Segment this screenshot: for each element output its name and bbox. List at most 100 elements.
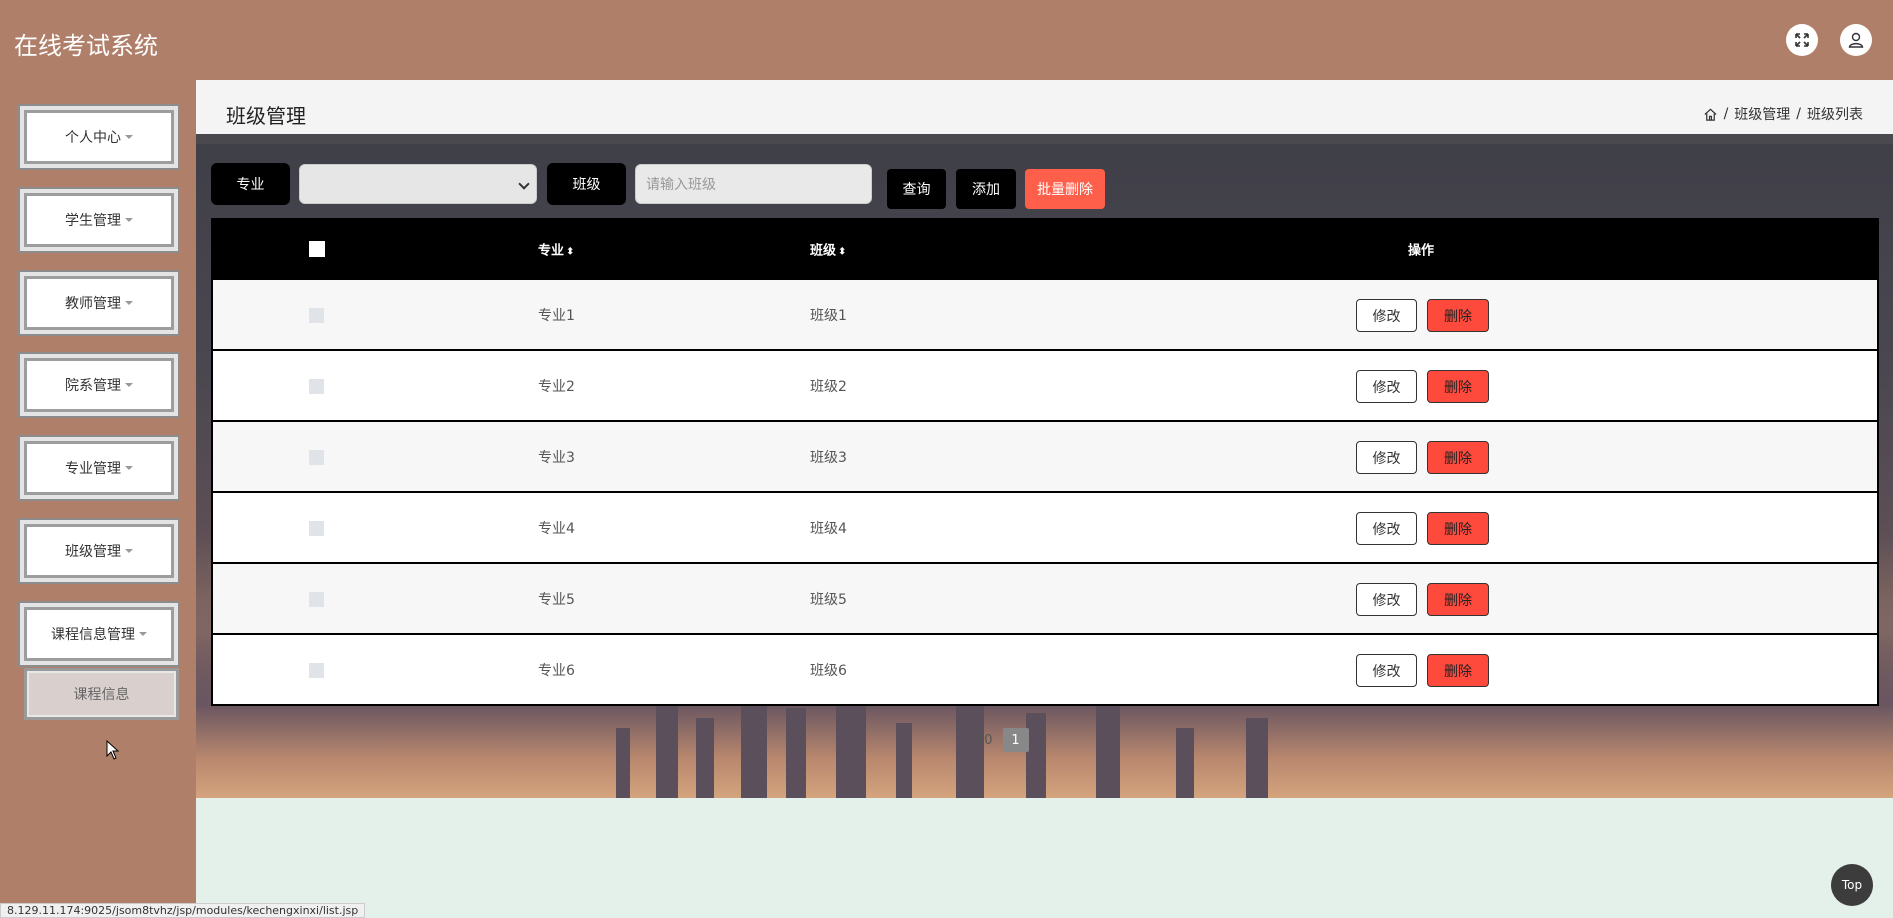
edit-button[interactable]: 修改 <box>1356 583 1417 616</box>
class-search-input[interactable]: 请输入班级 <box>635 164 872 204</box>
delete-button[interactable]: 删除 <box>1427 512 1489 545</box>
sidebar-item-course-info-management[interactable]: 课程信息管理 <box>18 601 180 667</box>
page-footer-area <box>196 798 1893 918</box>
table-row: 专业2 班级2 修改 删除 <box>213 349 1877 420</box>
cell-major: 专业3 <box>538 449 575 466</box>
sidebar-item-teacher-management[interactable]: 教师管理 <box>18 270 180 336</box>
status-url: 8.129.11.174:9025/jsom8tvhz/jsp/modules/… <box>0 903 366 918</box>
sidebar: 个人中心 学生管理 教师管理 院系管理 专业管理 班级管理 课程信息管理 <box>0 80 196 918</box>
edit-button[interactable]: 修改 <box>1356 299 1417 332</box>
user-icon[interactable] <box>1840 24 1872 56</box>
major-select[interactable] <box>299 164 537 204</box>
pagination: 10 1 <box>976 728 1029 752</box>
cell-major: 专业1 <box>538 307 575 324</box>
caret-down-icon <box>125 383 133 387</box>
skyline-building <box>1176 728 1194 798</box>
table-row: 专业6 班级6 修改 删除 <box>213 633 1877 704</box>
skyline-building <box>786 708 806 798</box>
breadcrumb-separator: / <box>1796 106 1801 122</box>
top-bar: 在线考试系统 <box>0 0 1893 80</box>
cell-class: 班级6 <box>810 662 847 679</box>
cell-class: 班级5 <box>810 591 847 608</box>
skyline-building <box>696 718 714 798</box>
skyline-building <box>616 728 630 798</box>
content-header: 班级管理 / 班级管理 / 班级列表 <box>196 80 1893 134</box>
major-label: 专业 <box>211 163 290 205</box>
row-checkbox[interactable] <box>309 521 324 536</box>
current-page[interactable]: 1 <box>1002 728 1029 752</box>
table-header: 专业 ⬍ 班级 ⬍ 操作 <box>213 220 1877 278</box>
home-icon[interactable] <box>1703 107 1718 122</box>
edit-button[interactable]: 修改 <box>1356 441 1417 474</box>
sidebar-item-label: 学生管理 <box>65 213 121 229</box>
skyline-building <box>656 698 678 798</box>
caret-down-icon <box>125 301 133 305</box>
chevron-down-icon <box>518 178 530 190</box>
cell-major: 专业6 <box>538 662 575 679</box>
sidebar-item-label: 专业管理 <box>65 461 121 477</box>
column-header-major[interactable]: 专业 ⬍ <box>538 240 574 259</box>
sidebar-item-label: 个人中心 <box>65 130 121 146</box>
add-button[interactable]: 添加 <box>956 169 1016 209</box>
table-row: 专业4 班级4 修改 删除 <box>213 491 1877 562</box>
page-size[interactable]: 10 <box>976 733 993 748</box>
sidebar-item-personal-center[interactable]: 个人中心 <box>18 104 180 170</box>
page-title: 班级管理 <box>226 104 306 128</box>
row-checkbox[interactable] <box>309 663 324 678</box>
row-checkbox[interactable] <box>309 450 324 465</box>
back-to-top-button[interactable]: Top <box>1831 864 1873 906</box>
sidebar-item-label: 课程信息管理 <box>51 627 135 643</box>
cell-class: 班级2 <box>810 378 847 395</box>
sidebar-item-label: 院系管理 <box>65 378 121 394</box>
submenu-item-course-info[interactable]: 课程信息 <box>24 668 179 720</box>
skyline-building <box>1026 713 1046 798</box>
breadcrumb-separator: / <box>1723 106 1729 122</box>
sidebar-item-class-management[interactable]: 班级管理 <box>18 518 180 584</box>
edit-button[interactable]: 修改 <box>1356 512 1417 545</box>
cell-class: 班级3 <box>810 449 847 466</box>
delete-button[interactable]: 删除 <box>1427 654 1489 687</box>
delete-button[interactable]: 删除 <box>1427 583 1489 616</box>
caret-down-icon <box>125 135 133 139</box>
table-row: 专业1 班级1 修改 删除 <box>213 278 1877 349</box>
sidebar-item-student-management[interactable]: 学生管理 <box>18 187 180 253</box>
cell-class: 班级1 <box>810 307 847 324</box>
column-header-actions: 操作 <box>1408 243 1435 259</box>
sort-icon: ⬍ <box>566 246 575 258</box>
delete-button[interactable]: 删除 <box>1427 370 1489 403</box>
caret-down-icon <box>125 466 133 470</box>
column-header-class[interactable]: 班级 ⬍ <box>810 240 846 259</box>
select-all-checkbox[interactable] <box>309 241 325 257</box>
mouse-cursor-icon <box>106 740 120 760</box>
edit-button[interactable]: 修改 <box>1356 654 1417 687</box>
breadcrumb-item: 班级列表 <box>1807 107 1863 123</box>
row-checkbox[interactable] <box>309 308 324 323</box>
table-row: 专业3 班级3 修改 删除 <box>213 420 1877 491</box>
skyline-building <box>1246 718 1268 798</box>
breadcrumb: / 班级管理 / 班级列表 <box>1703 104 1863 124</box>
caret-down-icon <box>139 632 147 636</box>
row-checkbox[interactable] <box>309 592 324 607</box>
expand-icon[interactable] <box>1786 24 1818 56</box>
delete-button[interactable]: 删除 <box>1427 441 1489 474</box>
sidebar-item-major-management[interactable]: 专业管理 <box>18 435 180 501</box>
skyline-building <box>1096 703 1120 798</box>
caret-down-icon <box>125 549 133 553</box>
row-checkbox[interactable] <box>309 379 324 394</box>
cell-major: 专业2 <box>538 378 575 395</box>
cell-major: 专业4 <box>538 520 575 537</box>
breadcrumb-item[interactable]: 班级管理 <box>1734 104 1790 124</box>
query-button[interactable]: 查询 <box>887 169 946 209</box>
sort-icon: ⬍ <box>838 246 847 258</box>
table-row: 专业5 班级5 修改 删除 <box>213 562 1877 633</box>
cell-major: 专业5 <box>538 591 575 608</box>
app-title: 在线考试系统 <box>14 32 158 60</box>
batch-delete-button[interactable]: 批量删除 <box>1025 169 1105 209</box>
class-table: 专业 ⬍ 班级 ⬍ 操作 专业1 班级1 修改 删除 专业2 班级2 修改 删除 专… <box>211 218 1879 706</box>
cell-class: 班级4 <box>810 520 847 537</box>
delete-button[interactable]: 删除 <box>1427 299 1489 332</box>
sidebar-item-label: 教师管理 <box>65 296 121 312</box>
caret-down-icon <box>125 218 133 222</box>
edit-button[interactable]: 修改 <box>1356 370 1417 403</box>
sidebar-item-department-management[interactable]: 院系管理 <box>18 352 180 418</box>
